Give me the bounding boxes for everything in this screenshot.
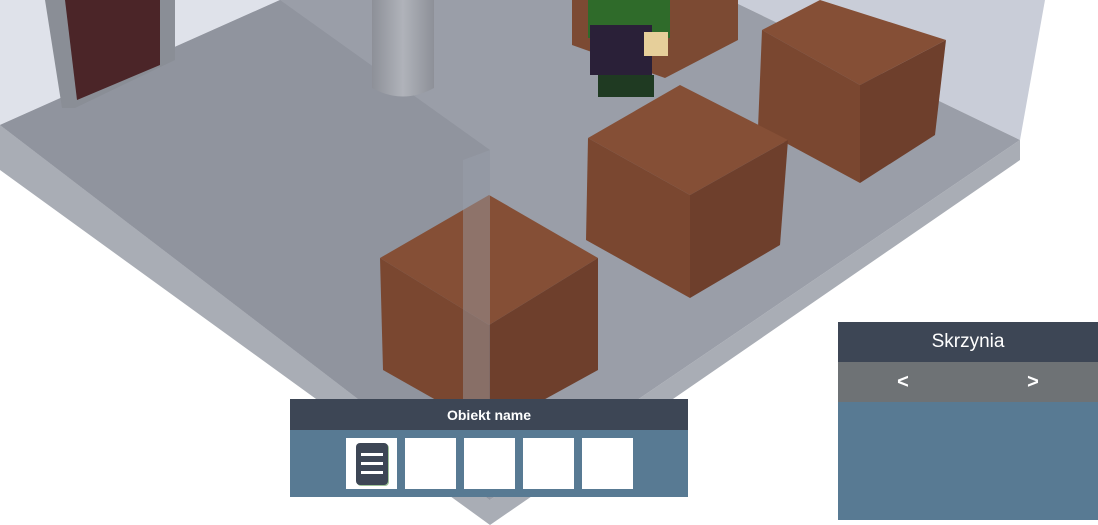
inventory-slots [290,430,688,489]
inventory-slot-5[interactable] [582,438,633,489]
prev-button[interactable]: < [877,371,929,394]
document-icon [355,442,388,485]
next-button[interactable]: > [1007,371,1059,394]
inventory-slot-4[interactable] [523,438,574,489]
pillar [372,0,434,97]
inventory-slot-3[interactable] [464,438,515,489]
chest-panel: Skrzynia < > [838,322,1098,520]
object-panel-title: Obiekt name [290,399,688,430]
chest-contents[interactable] [838,402,1098,520]
chest-panel-title: Skrzynia [838,322,1098,362]
inventory-slot-2[interactable] [405,438,456,489]
inventory-slot-1[interactable] [346,438,397,489]
object-panel: Obiekt name [290,399,688,497]
chest-nav: < > [838,362,1098,402]
